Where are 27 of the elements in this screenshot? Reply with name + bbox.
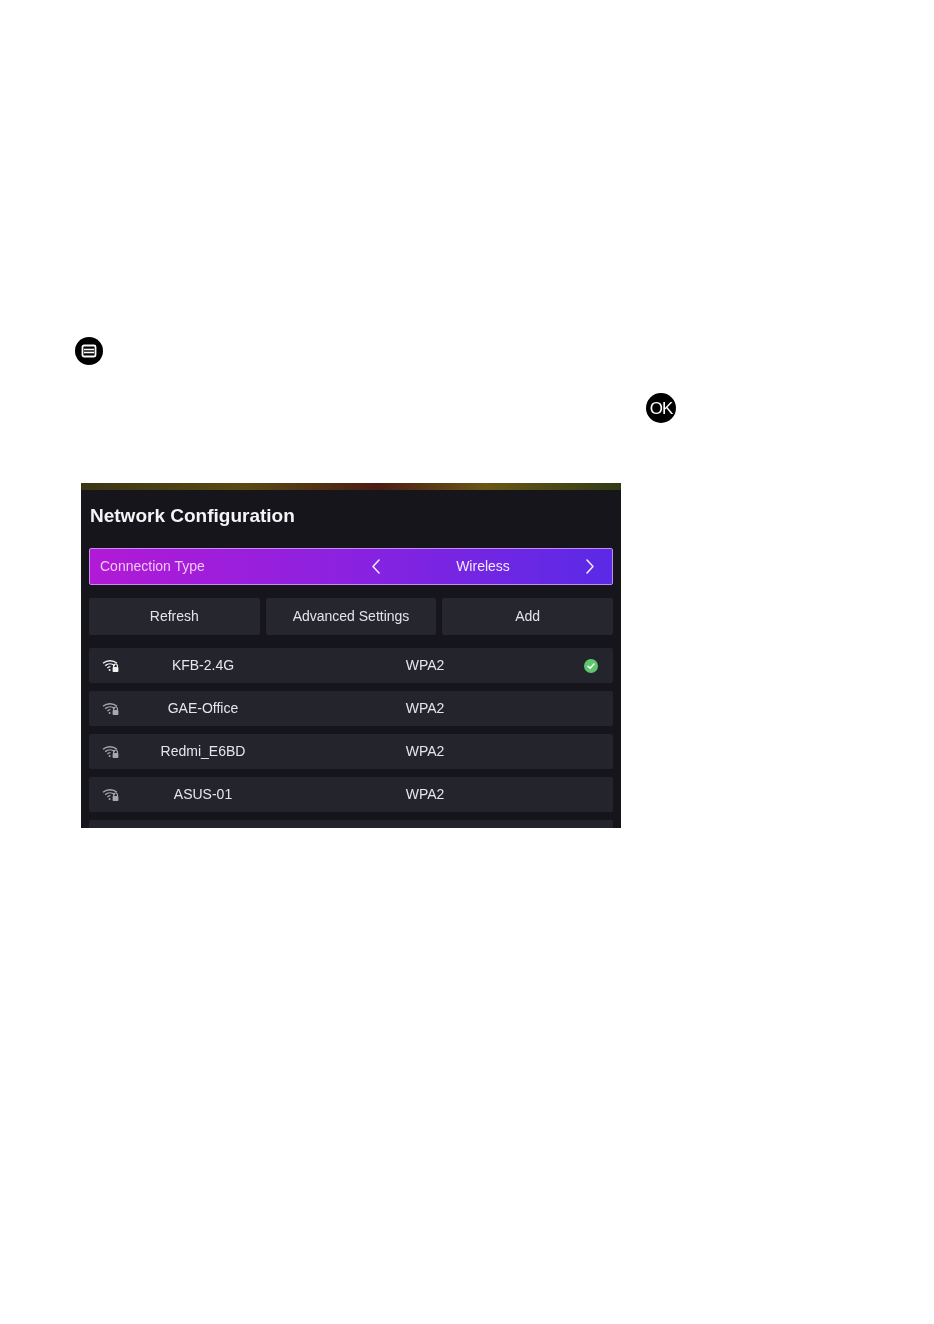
ok-key-symbol: OK: [646, 393, 676, 423]
network-row[interactable]: Redmi_E6BD WPA2: [89, 734, 613, 769]
wifi-lock-icon: [102, 658, 120, 673]
network-row[interactable]: ASUS-01 WPA2: [89, 777, 613, 812]
window-title: Network Configuration: [89, 504, 296, 528]
network-name: KFB-2.4G: [170, 656, 236, 675]
toolbar-button[interactable]: Refresh: [89, 598, 260, 635]
network-name: Redmi_E6BD: [159, 742, 247, 761]
network-row[interactable]: KFB-2.4G WPA2: [89, 648, 613, 683]
wifi-lock-icon: [102, 744, 120, 759]
wifi-lock-icon: [102, 787, 120, 802]
security-type: WPA2: [404, 656, 446, 675]
network-name: GAE-Office: [166, 699, 240, 718]
toolbar-button[interactable]: Advanced Settings: [265, 598, 437, 635]
connection-type-label: Connection Type: [100, 557, 206, 576]
network-name: ASUS-01: [172, 785, 234, 804]
chevron-left-icon[interactable]: [370, 558, 382, 575]
connection-type-selector[interactable]: Connection Type Wireless: [89, 548, 613, 585]
menu-icon: [75, 337, 103, 365]
security-type: WPA2: [404, 699, 446, 718]
chevron-right-icon[interactable]: [584, 558, 596, 575]
security-type: WPA2: [404, 785, 446, 804]
toolbar-button[interactable]: Add: [442, 598, 613, 635]
wifi-lock-icon: [102, 701, 120, 716]
connection-type-value: Wireless: [455, 557, 511, 576]
security-type: WPA2: [404, 742, 446, 761]
network-row[interactable]: GAE-Office WPA2: [89, 691, 613, 726]
